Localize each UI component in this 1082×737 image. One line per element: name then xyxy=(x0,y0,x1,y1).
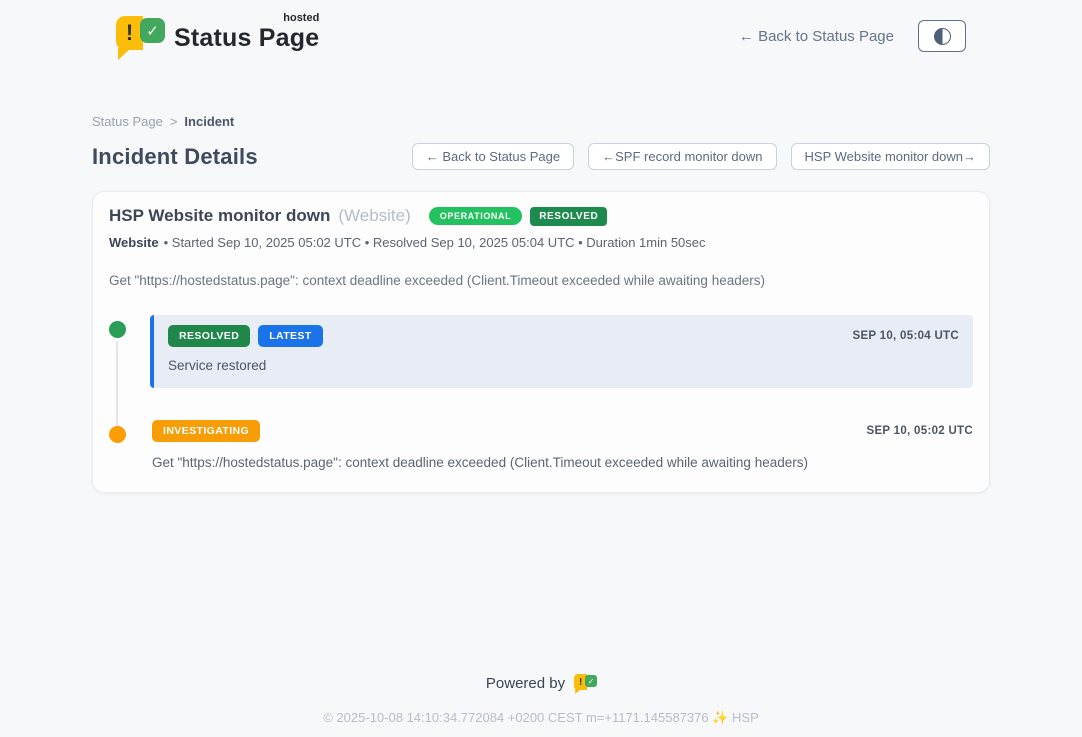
meta-component-name: Website xyxy=(109,235,159,250)
resolved-status-badge: RESOLVED xyxy=(530,207,607,226)
brand-superscript: hosted xyxy=(283,12,319,24)
resolved-badge: RESOLVED xyxy=(168,325,250,347)
operational-status-badge: OPERATIONAL xyxy=(429,207,522,225)
update-card-investigating: INVESTIGATING SEP 10, 05:02 UTC Get "htt… xyxy=(150,420,973,470)
incident-component: (Website) xyxy=(338,206,410,226)
prev-incident-button[interactable]: ←SPF record monitor down xyxy=(588,143,776,170)
update-message: Service restored xyxy=(168,358,959,373)
powered-by-label: Powered by xyxy=(486,675,565,692)
incident-title-row: HSP Website monitor down (Website) OPERA… xyxy=(109,206,973,226)
brand-logo[interactable]: ! ✓ Status Page hosted xyxy=(116,14,319,58)
page-footer: Powered by ! ✓ © 2025-10-08 14:10:34.772… xyxy=(0,673,1082,726)
investigating-badge: INVESTIGATING xyxy=(152,420,260,442)
update-header: RESOLVED LATEST SEP 10, 05:04 UTC xyxy=(168,325,959,347)
check-icon: ✓ xyxy=(140,18,165,43)
back-to-status-page-link[interactable]: ← Back to Status Page xyxy=(739,28,894,45)
timeline-entry-resolved: RESOLVED LATEST SEP 10, 05:04 UTC Servic… xyxy=(109,315,973,388)
back-to-status-page-button[interactable]: ← Back to Status Page xyxy=(412,143,574,170)
meta-details: • Started Sep 10, 2025 05:02 UTC • Resol… xyxy=(164,235,706,250)
update-header: INVESTIGATING SEP 10, 05:02 UTC xyxy=(152,420,973,442)
update-timestamp: SEP 10, 05:02 UTC xyxy=(866,425,973,437)
incident-description: Get "https://hostedstatus.page": context… xyxy=(109,273,973,288)
powered-by: Powered by ! ✓ xyxy=(486,673,596,694)
latest-badge: LATEST xyxy=(258,325,322,347)
brand-name: Status Page xyxy=(174,24,319,52)
update-timestamp: SEP 10, 05:04 UTC xyxy=(852,330,959,342)
next-incident-button[interactable]: HSP Website monitor down→ xyxy=(791,143,990,170)
header-actions: ← Back to Status Page xyxy=(739,20,966,52)
incident-meta: Website • Started Sep 10, 2025 05:02 UTC… xyxy=(109,235,973,250)
dark-mode-icon xyxy=(934,28,951,45)
title-row: Incident Details ← Back to Status Page ←… xyxy=(92,143,990,170)
breadcrumb-status-page[interactable]: Status Page xyxy=(92,114,163,129)
investigating-dot-icon xyxy=(109,426,126,443)
breadcrumb-incident: Incident xyxy=(184,114,234,129)
breadcrumb-separator: > xyxy=(170,114,178,129)
resolved-dot-icon xyxy=(109,321,126,338)
speech-bubble-tail xyxy=(575,689,581,694)
breadcrumb: Status Page > Incident xyxy=(92,114,990,129)
theme-toggle-button[interactable] xyxy=(918,20,966,52)
update-card-resolved: RESOLVED LATEST SEP 10, 05:04 UTC Servic… xyxy=(150,315,973,388)
update-message: Get "https://hostedstatus.page": context… xyxy=(152,455,973,470)
copyright-text: © 2025-10-08 14:10:34.772084 +0200 CEST … xyxy=(0,710,1082,726)
incident-card: HSP Website monitor down (Website) OPERA… xyxy=(92,191,990,493)
main-content: Status Page > Incident Incident Details … xyxy=(92,114,990,493)
incident-title: HSP Website monitor down xyxy=(109,206,330,226)
exclamation-icon: ! xyxy=(116,16,143,50)
statuspage-logo-icon: ! ✓ xyxy=(116,14,162,58)
incident-nav-buttons: ← Back to Status Page ←SPF record monito… xyxy=(412,143,990,170)
statuspage-mini-logo-icon[interactable]: ! ✓ xyxy=(574,673,596,694)
page-title: Incident Details xyxy=(92,144,258,170)
timeline-entry-investigating: INVESTIGATING SEP 10, 05:02 UTC Get "htt… xyxy=(109,420,973,470)
check-icon: ✓ xyxy=(585,675,597,687)
incident-timeline: RESOLVED LATEST SEP 10, 05:04 UTC Servic… xyxy=(109,315,973,470)
page-header: ! ✓ Status Page hosted ← Back to Status … xyxy=(116,0,966,58)
brand-text: Status Page hosted xyxy=(174,14,319,53)
